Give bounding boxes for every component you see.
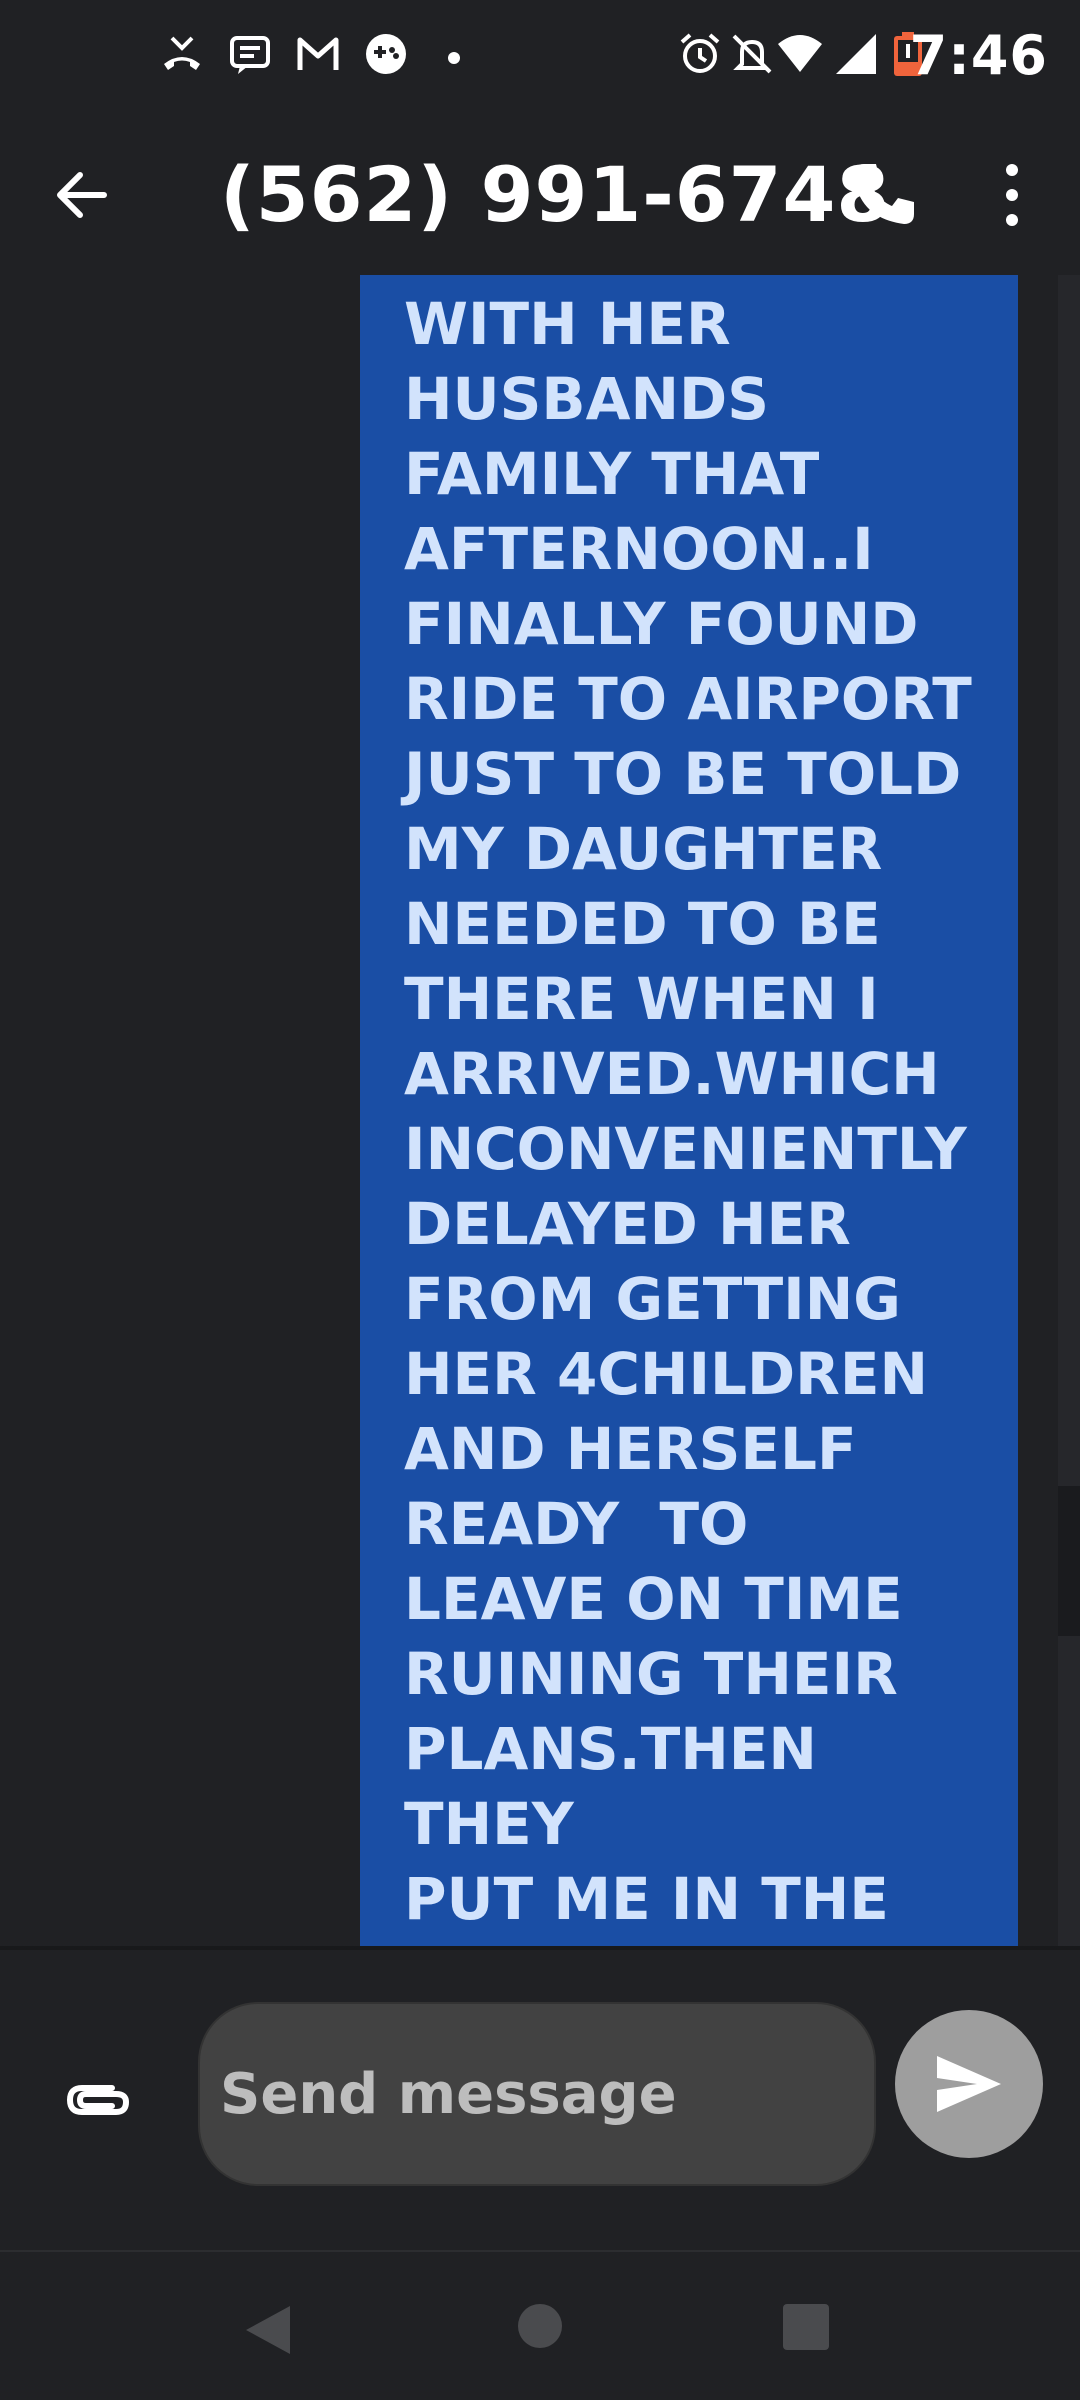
status-bar: 7:46 — [0, 0, 1080, 120]
missed-call-icon — [164, 36, 200, 70]
attachment-icon[interactable] — [62, 2070, 134, 2130]
status-time: 7:46 — [909, 24, 1048, 87]
notification-dot-icon — [448, 52, 460, 64]
message-text: WITH HER HUSBANDS FAMILY THAT AFTERNOON.… — [404, 290, 972, 1946]
notifications-off-icon — [732, 34, 772, 74]
navigation-bar — [0, 2250, 1080, 2400]
scrollbar-thumb[interactable] — [1058, 1486, 1080, 1636]
outgoing-message-bubble[interactable]: WITH HER HUSBANDS FAMILY THAT AFTERNOON.… — [360, 275, 1018, 1946]
message-list[interactable]: WITH HER HUSBANDS FAMILY THAT AFTERNOON.… — [0, 270, 1080, 1946]
nav-home-icon[interactable] — [518, 2304, 562, 2348]
back-arrow-icon[interactable] — [50, 163, 114, 227]
scrollbar-track[interactable] — [1058, 275, 1080, 1946]
conversation-title: (562) 991-6748 — [220, 150, 891, 239]
nav-back-icon[interactable] — [244, 2304, 292, 2356]
nav-recents-icon[interactable] — [783, 2304, 829, 2350]
message-input[interactable] — [198, 2002, 876, 2186]
send-button[interactable] — [895, 2010, 1043, 2158]
send-icon — [937, 2056, 1001, 2112]
app-bar: (562) 991-6748 — [0, 120, 1080, 270]
gmail-icon — [297, 37, 339, 70]
more-vert-icon[interactable] — [990, 160, 1034, 230]
wifi-icon — [778, 35, 822, 72]
compose-bar — [0, 1946, 1080, 2250]
phone-icon[interactable] — [848, 158, 920, 230]
messages-screen: 7:46 (562) 991-6748 WITH HER HUSBANDS FA… — [0, 0, 1080, 2400]
message-notification-icon — [230, 36, 270, 74]
game-controller-icon — [366, 34, 406, 74]
cellular-signal-icon — [836, 34, 876, 74]
alarm-icon — [680, 33, 720, 73]
